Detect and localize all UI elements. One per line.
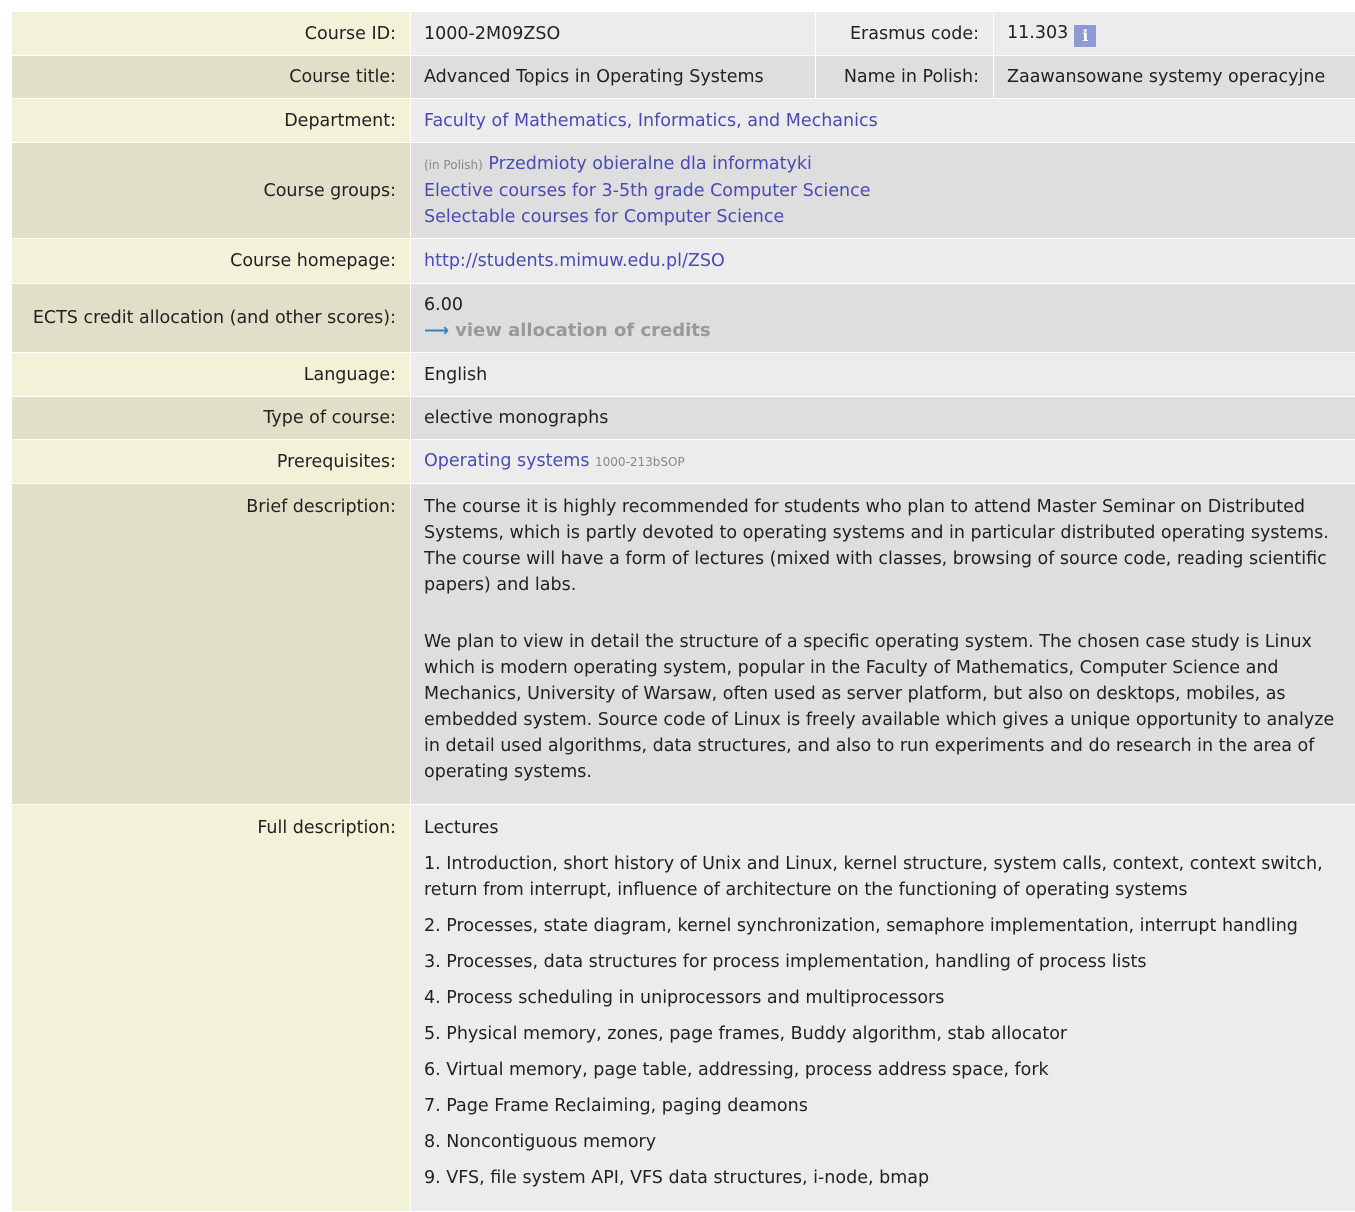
row-course-title: Course title: Advanced Topics in Operati… <box>12 56 1355 99</box>
row-brief-description: Brief description: The course it is high… <box>12 484 1355 805</box>
name-in-polish-label: Name in Polish: <box>816 56 994 99</box>
course-group-link[interactable]: Elective courses for 3-5th grade Compute… <box>424 181 870 201</box>
course-title-label: Course title: <box>12 56 411 99</box>
course-group-link[interactable]: Selectable courses for Computer Science <box>424 207 784 227</box>
type-label: Type of course: <box>12 397 411 440</box>
brief-description-label: Brief description: <box>12 484 411 805</box>
row-language: Language: English <box>12 353 1355 397</box>
course-info-table: Course ID: 1000-2M09ZSO Erasmus code: 11… <box>11 11 1355 1212</box>
type-value: elective monographs <box>411 397 1355 440</box>
brief-description-cell: The course it is highly recommended for … <box>411 484 1355 805</box>
course-title-value: Advanced Topics in Operating Systems <box>411 56 816 99</box>
lecture-item: 8. Noncontiguous memory <box>424 1129 1342 1155</box>
course-group-item: Selectable courses for Computer Science <box>424 204 1342 230</box>
row-prerequisites: Prerequisites: Operating systems 1000-21… <box>12 440 1355 484</box>
full-description-cell: Lectures 1. Introduction, short history … <box>411 805 1355 1212</box>
in-polish-tag: (in Polish) <box>424 158 483 172</box>
course-id-label: Course ID: <box>12 12 411 56</box>
course-id-value: 1000-2M09ZSO <box>411 12 816 56</box>
brief-paragraph: The course it is highly recommended for … <box>424 494 1342 598</box>
department-label: Department: <box>12 99 411 143</box>
arrow-right-icon: ⟶ <box>424 321 449 341</box>
lecture-item: 2. Processes, state diagram, kernel sync… <box>424 913 1342 939</box>
course-group-item: (in Polish) Przedmioty obieralne dla inf… <box>424 151 1342 178</box>
prerequisites-cell: Operating systems 1000-213bSOP <box>411 440 1355 484</box>
view-allocation-link[interactable]: view allocation of credits <box>455 320 711 341</box>
homepage-cell: http://students.mimuw.edu.pl/ZSO <box>411 239 1355 284</box>
row-type: Type of course: elective monographs <box>12 397 1355 440</box>
ects-allocation-link[interactable]: ⟶ view allocation of credits <box>424 318 1342 344</box>
lecture-item: 3. Processes, data structures for proces… <box>424 949 1342 975</box>
erasmus-code-cell: 11.303 i <box>994 12 1355 56</box>
row-full-description: Full description: Lectures 1. Introducti… <box>12 805 1355 1212</box>
ects-cell: 6.00 ⟶ view allocation of credits <box>411 284 1355 353</box>
lecture-item: 5. Physical memory, zones, page frames, … <box>424 1021 1342 1047</box>
course-group-item: Elective courses for 3-5th grade Compute… <box>424 178 1342 204</box>
course-groups-label: Course groups: <box>12 143 411 239</box>
brief-paragraph: We plan to view in detail the structure … <box>424 629 1342 785</box>
prerequisite-code: 1000-213bSOP <box>595 455 685 469</box>
lectures-heading: Lectures <box>424 815 1342 841</box>
lecture-item: 4. Process scheduling in uniprocessors a… <box>424 985 1342 1011</box>
row-homepage: Course homepage: http://students.mimuw.e… <box>12 239 1355 284</box>
language-label: Language: <box>12 353 411 397</box>
prerequisites-label: Prerequisites: <box>12 440 411 484</box>
row-ects: ECTS credit allocation (and other scores… <box>12 284 1355 353</box>
erasmus-code-label: Erasmus code: <box>816 12 994 56</box>
course-groups-cell: (in Polish) Przedmioty obieralne dla inf… <box>411 143 1355 239</box>
lecture-item: 9. VFS, file system API, VFS data struct… <box>424 1165 1342 1191</box>
language-value: English <box>411 353 1355 397</box>
row-department: Department: Faculty of Mathematics, Info… <box>12 99 1355 143</box>
course-group-link[interactable]: Przedmioty obieralne dla informatyki <box>488 154 812 174</box>
ects-value: 6.00 <box>424 292 1342 318</box>
department-cell: Faculty of Mathematics, Informatics, and… <box>411 99 1355 143</box>
homepage-label: Course homepage: <box>12 239 411 284</box>
erasmus-code-value: 11.303 <box>1007 23 1068 43</box>
lecture-item: 6. Virtual memory, page table, addressin… <box>424 1057 1342 1083</box>
row-course-id: Course ID: 1000-2M09ZSO Erasmus code: 11… <box>12 12 1355 56</box>
prerequisite-link[interactable]: Operating systems <box>424 451 589 471</box>
row-course-groups: Course groups: (in Polish) Przedmioty ob… <box>12 143 1355 239</box>
course-info-panel: Course ID: 1000-2M09ZSO Erasmus code: 11… <box>11 11 1355 1212</box>
lecture-item: 1. Introduction, short history of Unix a… <box>424 851 1342 903</box>
name-in-polish-value: Zaawansowane systemy operacyjne <box>994 56 1355 99</box>
department-link[interactable]: Faculty of Mathematics, Informatics, and… <box>424 111 878 131</box>
info-icon[interactable]: i <box>1074 25 1096 47</box>
homepage-link[interactable]: http://students.mimuw.edu.pl/ZSO <box>424 251 725 271</box>
ects-label: ECTS credit allocation (and other scores… <box>12 284 411 353</box>
lecture-item: 7. Page Frame Reclaiming, paging deamons <box>424 1093 1342 1119</box>
full-description-label: Full description: <box>12 805 411 1212</box>
